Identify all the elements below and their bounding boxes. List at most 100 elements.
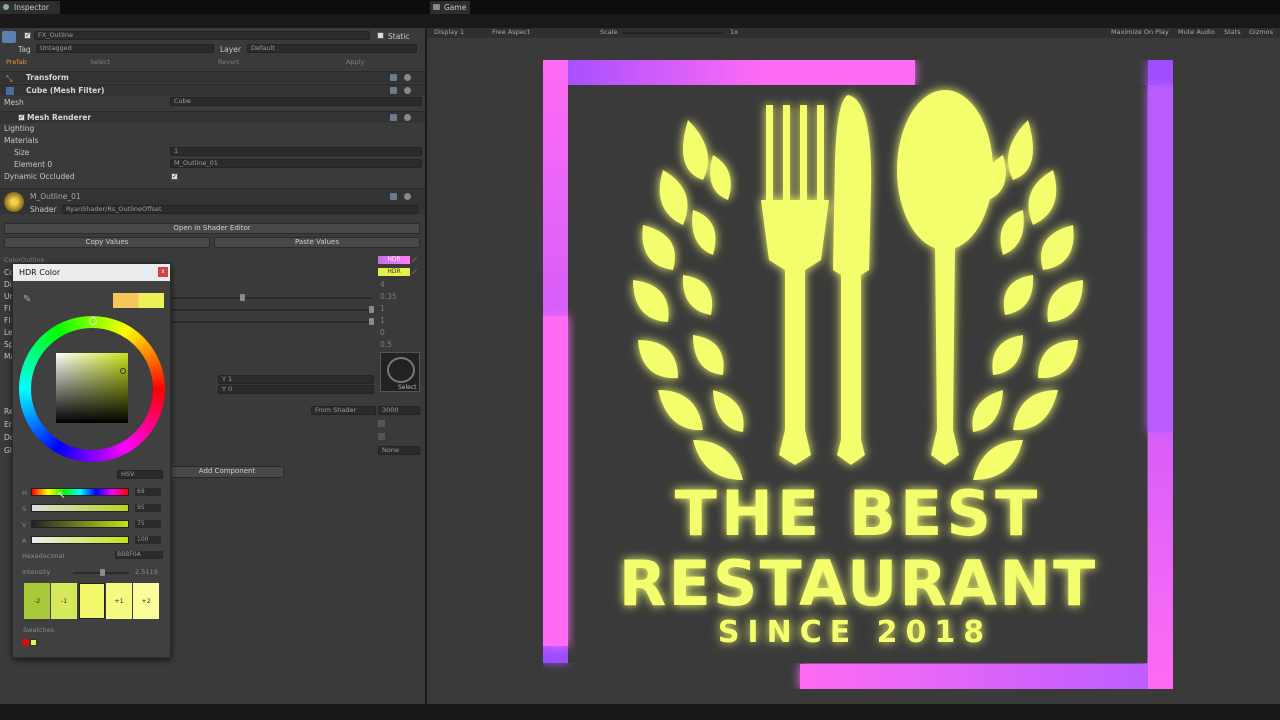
swatch-yellow[interactable] — [30, 639, 37, 646]
dynamic-occluded-label: Dynamic Occluded — [4, 172, 75, 181]
hue-value-field[interactable]: 69 — [135, 488, 161, 496]
side-label-1: Di — [4, 280, 12, 289]
display-dropdown[interactable]: Display 1 — [434, 28, 464, 36]
value-row-4[interactable]: 1 — [380, 316, 385, 325]
value-row-1[interactable]: 4 — [380, 280, 385, 289]
mesh-renderer-checkbox[interactable]: ✓ — [18, 114, 25, 121]
tab-inspector[interactable]: Inspector — [0, 1, 60, 14]
eyedropper-icon-2[interactable]: ⟋ — [412, 268, 417, 277]
shader-dropdown[interactable]: RyanShader/Rs_OutlineOffset — [62, 205, 418, 214]
exposure-swatch-plus1[interactable]: +1 — [106, 583, 132, 619]
copy-values-button[interactable]: Copy Values — [4, 237, 210, 248]
help-icon[interactable] — [390, 74, 397, 81]
object-name-field[interactable]: FX_Outline — [34, 31, 370, 40]
texture-slot[interactable]: Select — [380, 352, 420, 392]
saturation-slider[interactable] — [31, 504, 129, 512]
paste-values-button[interactable]: Paste Values — [214, 237, 420, 248]
settings-gear-icon-2[interactable] — [404, 87, 411, 94]
saturation-value-field[interactable]: 95 — [135, 504, 161, 512]
settings-gear-icon-4[interactable] — [404, 193, 411, 200]
help-icon-3[interactable] — [390, 114, 397, 121]
tab-game[interactable]: Game — [430, 1, 470, 14]
dynamic-occluded-checkbox[interactable]: ✓ — [171, 173, 178, 180]
slider-track-2[interactable] — [172, 309, 372, 311]
materials-label[interactable]: Materials — [4, 136, 38, 145]
maximize-on-play-toggle[interactable]: Maximize On Play — [1111, 28, 1169, 36]
element0-field[interactable]: M_Outline_01 — [170, 159, 422, 168]
help-icon-4[interactable] — [390, 193, 397, 200]
mesh-field[interactable]: Cube — [170, 97, 422, 106]
mesh-filter-header[interactable]: Cube (Mesh Filter) — [0, 84, 425, 96]
intensity-slider-knob[interactable] — [100, 569, 105, 576]
instancing-checkbox[interactable] — [378, 420, 385, 427]
tiling-y-field[interactable]: Y 1 — [218, 375, 374, 384]
offset-y-field[interactable]: Y 0 — [218, 385, 374, 394]
lighting-label[interactable]: Lighting — [4, 124, 34, 133]
value-row-2[interactable]: 0.35 — [380, 292, 397, 301]
alpha-slider[interactable] — [31, 536, 129, 544]
value-row-5[interactable]: 0 — [380, 328, 385, 337]
double-sided-checkbox[interactable] — [378, 433, 385, 440]
hdr-color-field-2[interactable]: HDR — [378, 268, 410, 276]
settings-gear-icon[interactable] — [404, 74, 411, 81]
aspect-dropdown[interactable]: Free Aspect — [492, 28, 530, 36]
active-checkbox[interactable]: ✓ — [24, 32, 31, 39]
open-shader-editor-button[interactable]: Open in Shader Editor — [4, 223, 420, 234]
slider-knob-2[interactable] — [369, 306, 374, 313]
mesh-renderer-header[interactable]: ✓ Mesh Renderer — [0, 111, 425, 123]
value-slider[interactable] — [31, 520, 129, 528]
hue-picker-handle[interactable] — [89, 317, 97, 325]
swatch-red[interactable] — [22, 639, 29, 646]
settings-gear-icon-3[interactable] — [404, 114, 411, 121]
value-row-3[interactable]: 1 — [380, 304, 385, 313]
hdr-color-field-1[interactable]: HDR — [378, 256, 410, 264]
layer-dropdown[interactable]: Default — [247, 44, 417, 53]
saturation-value-square[interactable] — [56, 353, 128, 423]
mode-dropdown[interactable]: HSV — [117, 470, 163, 479]
scale-slider[interactable] — [623, 32, 723, 34]
texture-select-label[interactable]: Select — [398, 384, 417, 391]
hue-slider[interactable] — [31, 488, 129, 496]
prefab-revert-button[interactable]: Revert — [218, 58, 239, 66]
close-icon[interactable]: x — [158, 267, 168, 277]
value-value-field[interactable]: 75 — [135, 520, 161, 528]
slider-track-1[interactable] — [172, 297, 372, 299]
exposure-swatch-plus2[interactable]: +2 — [133, 583, 159, 619]
alpha-value-field[interactable]: 100 — [135, 536, 161, 544]
add-component-button[interactable]: Add Component — [170, 466, 284, 478]
static-label: Static — [388, 32, 410, 41]
sv-picker-handle[interactable] — [120, 368, 126, 374]
transform-header[interactable]: ⤡ Transform — [0, 71, 425, 83]
eyedropper-icon[interactable]: ✎ — [23, 294, 31, 305]
static-checkbox[interactable] — [377, 32, 384, 39]
stats-toggle[interactable]: Stats — [1224, 28, 1241, 36]
hex-field[interactable]: BBBF0A — [115, 551, 163, 559]
side-label-4: Fl — [4, 316, 11, 325]
tag-dropdown[interactable]: Untagged — [36, 44, 214, 53]
exposure-swatch-minus2[interactable]: -2 — [24, 583, 50, 619]
channel-a-label: A — [22, 537, 27, 545]
gameobject-icon — [2, 31, 16, 43]
render-queue-field[interactable]: 3000 — [378, 406, 420, 415]
slider-knob-1[interactable] — [240, 294, 245, 301]
transform-icon: ⤡ — [6, 74, 13, 83]
render-queue-dropdown[interactable]: From Shader — [311, 406, 376, 415]
eyedropper-icon[interactable]: ⟋ — [412, 256, 417, 265]
value-row-6[interactable]: 0.5 — [380, 340, 392, 349]
prefab-select-button[interactable]: Select — [90, 58, 110, 66]
mute-audio-toggle[interactable]: Mute Audio — [1178, 28, 1215, 36]
help-icon-2[interactable] — [390, 87, 397, 94]
slider-knob-3[interactable] — [369, 318, 374, 325]
exposure-swatch-minus1[interactable]: -1 — [51, 583, 77, 619]
intensity-value[interactable]: 2.5119 — [135, 568, 158, 576]
slider-track-3[interactable] — [172, 321, 372, 323]
channel-s-label: S — [22, 505, 27, 513]
gizmos-dropdown[interactable]: Gizmos — [1249, 28, 1273, 36]
prefab-apply-button[interactable]: Apply — [346, 58, 364, 66]
exposure-swatch-current[interactable] — [79, 583, 105, 619]
swatches-label[interactable]: Swatches — [23, 626, 54, 634]
size-field[interactable]: 1 — [170, 147, 422, 156]
gi-dropdown[interactable]: None — [378, 446, 420, 455]
side-label-11: Gl — [4, 446, 12, 455]
info-icon — [3, 4, 9, 10]
